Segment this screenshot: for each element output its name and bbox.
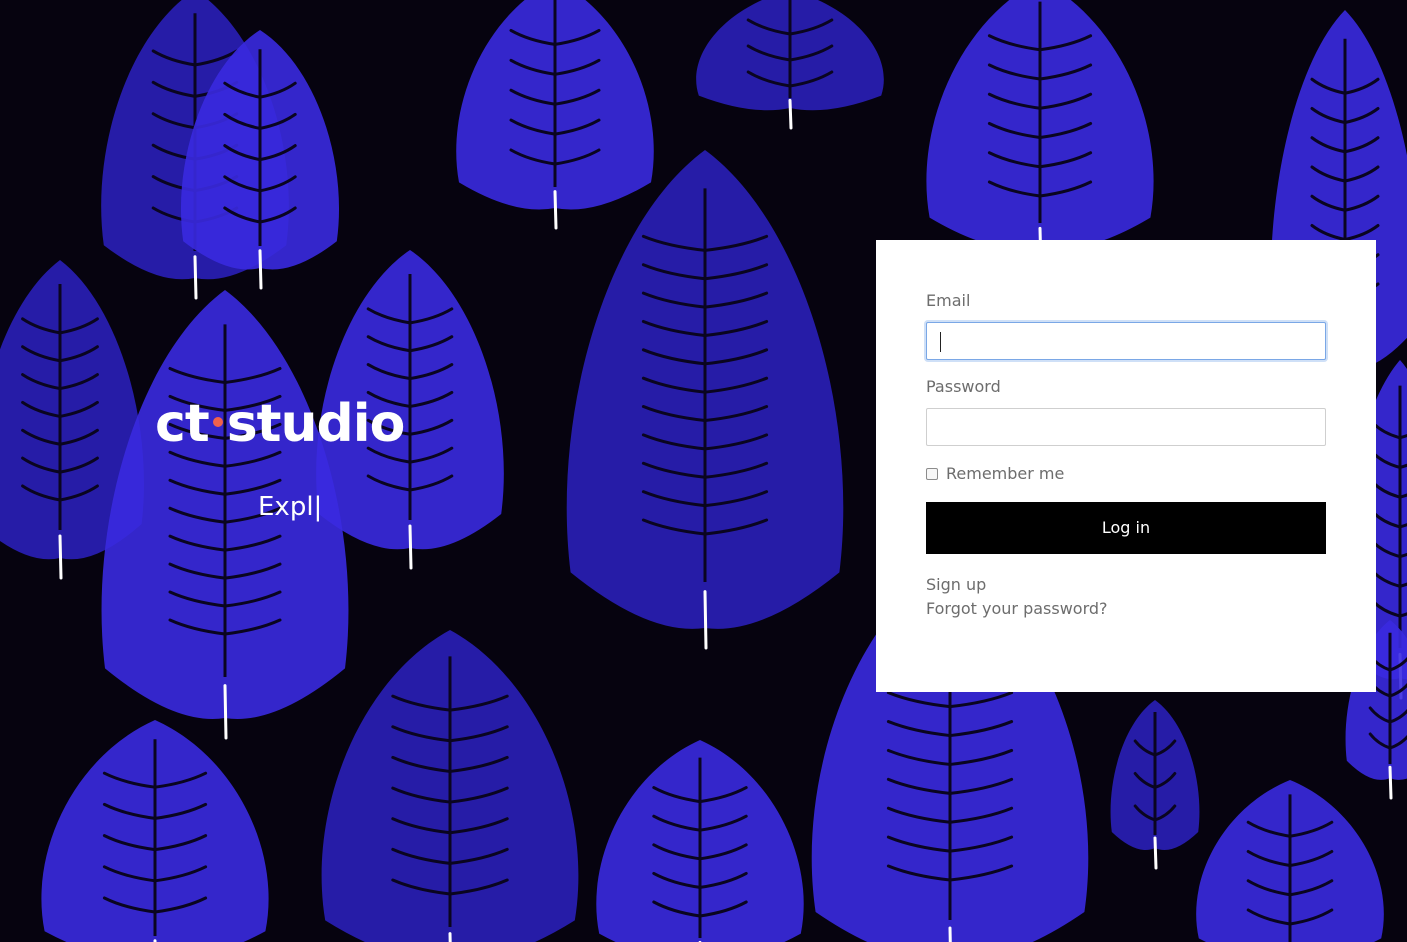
- leaf-stalk: [448, 932, 452, 942]
- login-button[interactable]: Log in: [926, 502, 1326, 554]
- leaf-stalk: [703, 590, 708, 650]
- forgot-password-link[interactable]: Forgot your password?: [926, 599, 1108, 619]
- logo-dot-icon: [212, 417, 223, 427]
- email-field[interactable]: [926, 322, 1326, 360]
- login-card: Email Password Remember me Log in Sign u…: [876, 240, 1376, 692]
- leaf-stalk: [258, 249, 263, 290]
- text-caret: [940, 332, 941, 352]
- sign-up-link[interactable]: Sign up: [926, 575, 986, 595]
- password-field[interactable]: [926, 408, 1326, 446]
- leaf-stalk: [408, 524, 413, 570]
- remember-me-label: Remember me: [946, 464, 1065, 483]
- logo-text-right: studio: [226, 394, 406, 454]
- leaf-stalk: [58, 534, 63, 580]
- leaf-stalk: [553, 190, 558, 230]
- leaf-stalk: [788, 98, 793, 130]
- remember-me-row[interactable]: Remember me: [926, 464, 1064, 484]
- logo-text-left: ct: [155, 394, 210, 454]
- email-label: Email: [926, 291, 971, 310]
- password-label: Password: [926, 377, 1001, 396]
- typing-tagline: Expl|: [258, 492, 323, 522]
- leaf-stalk: [193, 255, 198, 300]
- ct-studio-logo: ct studio: [155, 398, 435, 450]
- leaf-stalk: [948, 926, 952, 942]
- leaf-stalk: [1388, 765, 1393, 800]
- leaf-stalk: [223, 684, 228, 740]
- remember-me-checkbox[interactable]: [926, 468, 938, 480]
- leaf-stalk: [1153, 836, 1158, 870]
